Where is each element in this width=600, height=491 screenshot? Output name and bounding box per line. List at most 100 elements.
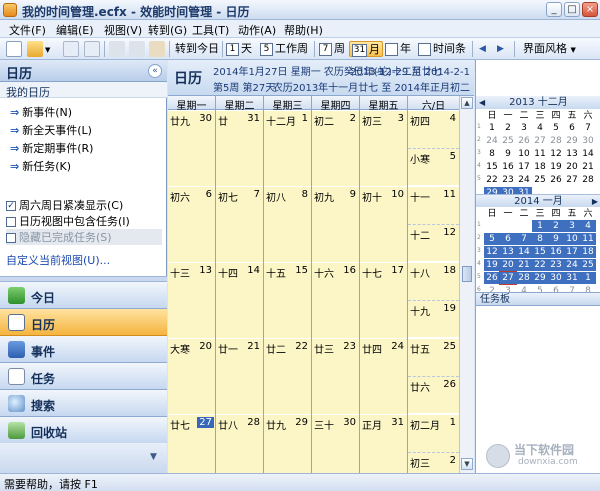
minical-day[interactable]: 31: [564, 272, 580, 284]
day-cell[interactable]: 初三 3: [360, 111, 407, 186]
minical-day[interactable]: 30: [580, 135, 596, 147]
weekend-day[interactable]: 廿五 25: [408, 339, 459, 376]
nav-forward-icon[interactable]: ▶: [497, 41, 504, 57]
nav-today[interactable]: 今日: [0, 282, 167, 309]
minical-day[interactable]: 29: [564, 135, 580, 147]
taskboard-header[interactable]: 任务板: [476, 292, 600, 306]
scroll-up-icon[interactable]: ▲: [461, 97, 473, 109]
minical-day[interactable]: [484, 220, 500, 232]
minical-day[interactable]: 27: [499, 271, 517, 285]
print-preview-icon[interactable]: [84, 41, 100, 57]
minical-day[interactable]: 15: [484, 161, 500, 173]
minical-day[interactable]: 28: [548, 135, 564, 147]
weekend-day[interactable]: 初四 4: [408, 111, 459, 148]
menu-action[interactable]: 动作(A): [238, 22, 276, 38]
menu-tools[interactable]: 工具(T): [192, 22, 229, 38]
weekend-day[interactable]: 初二月 1: [408, 415, 459, 452]
minical-day[interactable]: 28: [516, 272, 532, 284]
minical-day[interactable]: 21: [580, 161, 596, 173]
maximize-button[interactable]: □: [564, 2, 580, 17]
nav-calendar[interactable]: 日历: [0, 309, 167, 336]
minical-day[interactable]: 18: [532, 161, 548, 173]
copy-icon[interactable]: [129, 41, 145, 57]
day-cell[interactable]: 十七 17: [360, 263, 407, 338]
day-cell[interactable]: 廿一 21: [216, 339, 263, 414]
weekend-cell[interactable]: 初四 4 小寒 5: [408, 111, 459, 186]
weekend-day[interactable]: 十九 19: [408, 300, 459, 337]
minical-day[interactable]: 22: [484, 174, 500, 186]
minical-day[interactable]: [500, 220, 516, 232]
day-cell[interactable]: 廿 31: [216, 111, 263, 186]
collapse-panel-icon[interactable]: «: [148, 64, 162, 78]
customize-view-link[interactable]: 自定义当前视图(U)...: [6, 252, 110, 268]
day-cell[interactable]: 初二 2: [312, 111, 359, 186]
new-recurring-event-link[interactable]: ⇒ 新定期事件(R): [10, 140, 93, 156]
minical-day[interactable]: 7: [516, 233, 532, 245]
minical-day[interactable]: 24: [484, 135, 500, 147]
minical-day[interactable]: 12: [548, 148, 564, 160]
weekend-cell[interactable]: 十八 18 十九 19: [408, 263, 459, 338]
day-cell[interactable]: 十五 15: [264, 263, 311, 338]
nav-recycle-bin[interactable]: 回收站: [0, 417, 167, 444]
minical-day[interactable]: 16: [548, 246, 564, 258]
minical-day[interactable]: 18: [580, 246, 596, 258]
new-file-icon[interactable]: [6, 41, 22, 57]
minical-day[interactable]: 3: [516, 122, 532, 134]
minical-day[interactable]: 25: [532, 174, 548, 186]
scroll-down-icon[interactable]: ▼: [461, 458, 473, 470]
next-month-icon[interactable]: ▶: [592, 195, 598, 208]
minical-day[interactable]: 29: [532, 272, 548, 284]
minical-day[interactable]: 10: [564, 233, 580, 245]
menu-view[interactable]: 视图(V): [104, 22, 142, 38]
minical-day[interactable]: 20: [500, 259, 516, 271]
weekend-cell[interactable]: 十一 11 十二 12: [408, 187, 459, 262]
minical-day[interactable]: 22: [532, 259, 548, 271]
include-tasks-checkbox[interactable]: 日历视图中包含任务(I): [6, 213, 130, 229]
minical-day[interactable]: 27: [564, 174, 580, 186]
nav-tasks[interactable]: 任务: [0, 363, 167, 390]
ui-style-button[interactable]: 界面风格 ▼: [523, 41, 576, 57]
minical-day[interactable]: 12: [484, 246, 500, 258]
close-button[interactable]: ×: [582, 2, 598, 17]
weekend-day[interactable]: 十八 18: [408, 263, 459, 300]
day-cell[interactable]: 初八 8: [264, 187, 311, 262]
minical-day[interactable]: 17: [516, 161, 532, 173]
calendar-scrollbar[interactable]: ▲ ▼: [459, 96, 474, 473]
minical-day[interactable]: 19: [484, 259, 500, 271]
minical-day[interactable]: 9: [500, 148, 516, 160]
nav-more-bar[interactable]: ▼: [0, 443, 167, 473]
day-cell[interactable]: 初十 10: [360, 187, 407, 262]
minical-day[interactable]: 17: [564, 246, 580, 258]
paste-icon[interactable]: [149, 41, 165, 57]
minical-day[interactable]: 2: [500, 122, 516, 134]
day-view-button[interactable]: 1天: [226, 41, 252, 57]
minical-day[interactable]: 13: [564, 148, 580, 160]
minical-day[interactable]: 26: [484, 272, 500, 284]
scroll-thumb[interactable]: [462, 266, 472, 282]
minical-day[interactable]: 25: [580, 259, 596, 271]
workweek-view-button[interactable]: 5 工作周: [260, 41, 308, 57]
cut-icon[interactable]: [109, 41, 125, 57]
minical-day[interactable]: 15: [532, 246, 548, 258]
minical-day[interactable]: 27: [532, 135, 548, 147]
weekend-cell[interactable]: 廿五 25 廿六 26: [408, 339, 459, 414]
day-cell[interactable]: 十四 14: [216, 263, 263, 338]
open-folder-icon[interactable]: [27, 41, 43, 57]
minical-day[interactable]: 25: [500, 135, 516, 147]
weekend-day[interactable]: 小寒 5: [408, 148, 459, 185]
menu-goto[interactable]: 转到(G): [148, 22, 187, 38]
minical-day[interactable]: 3: [564, 220, 580, 232]
minical-day[interactable]: 4: [532, 122, 548, 134]
minical-day[interactable]: 28: [580, 174, 596, 186]
day-cell[interactable]: 廿九 30: [168, 111, 215, 186]
minical-day[interactable]: 13: [500, 246, 516, 258]
minical-day[interactable]: [516, 220, 532, 232]
minical-day[interactable]: 26: [516, 135, 532, 147]
day-cell[interactable]: 初六 6: [168, 187, 215, 262]
minical-day[interactable]: 14: [516, 246, 532, 258]
day-cell[interactable]: 十二月 1: [264, 111, 311, 186]
minical-day[interactable]: 5: [548, 122, 564, 134]
day-cell[interactable]: 十六 16: [312, 263, 359, 338]
minical-day[interactable]: 24: [516, 174, 532, 186]
weekend-day[interactable]: 十二 12: [408, 224, 459, 261]
